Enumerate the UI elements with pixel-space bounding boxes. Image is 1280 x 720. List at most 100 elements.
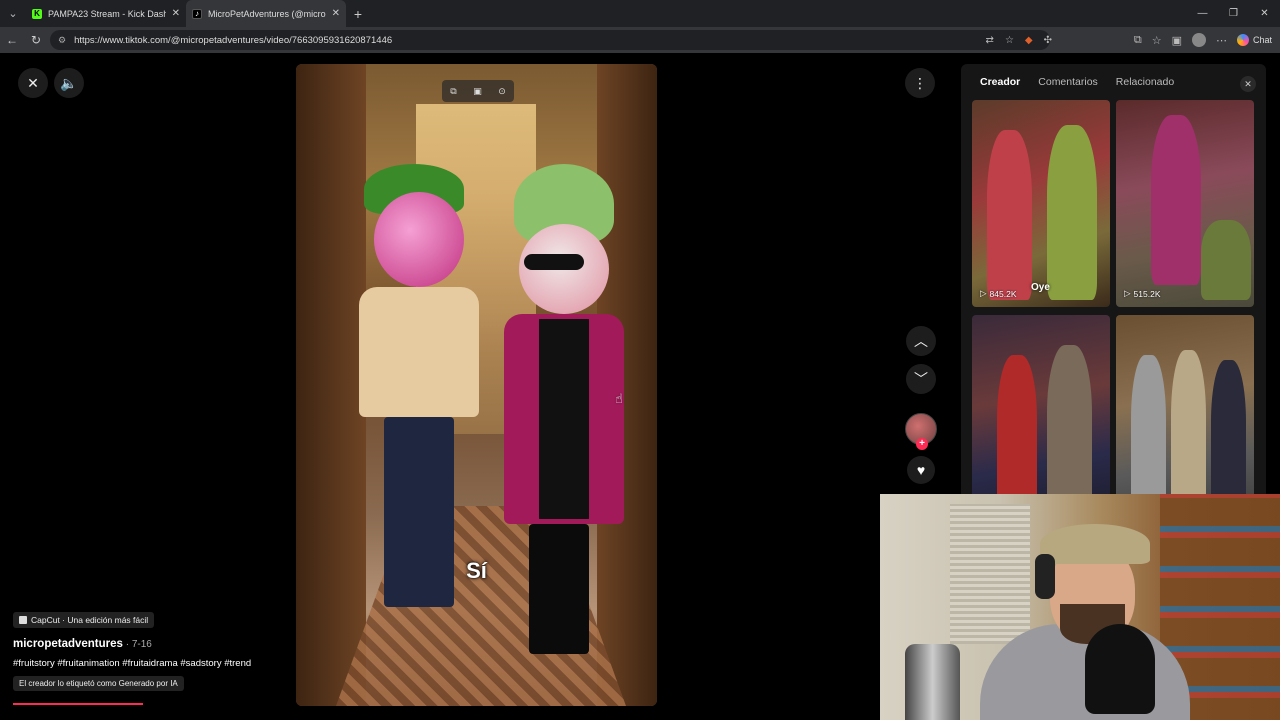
- collections-icon[interactable]: ▣: [1172, 34, 1182, 47]
- speaker-icon: 🔈: [60, 74, 78, 91]
- capcut-icon: [19, 616, 27, 624]
- new-tab-button[interactable]: +: [346, 6, 370, 22]
- post-date: · 7-16: [122, 639, 152, 650]
- view-count-text: 515.2K: [1133, 288, 1161, 299]
- bookmark-star-icon[interactable]: ☆: [1005, 35, 1014, 46]
- video-overlay-controls: ⧉ ▣ ⊙: [442, 80, 514, 102]
- follow-plus-icon[interactable]: +: [916, 438, 928, 450]
- tab-relacionado[interactable]: Relacionado: [1116, 76, 1174, 88]
- ai-generated-label: El creador lo etiquetó como Generado por…: [13, 676, 184, 691]
- sunglasses: [524, 254, 584, 270]
- back-icon[interactable]: ←: [0, 27, 24, 53]
- tab-title: PAMPA23 Stream - Kick Dashboard: [48, 8, 166, 19]
- capcut-badge[interactable]: CapCut · Una edición más fácil: [13, 612, 155, 628]
- tab-close-icon[interactable]: ✕: [332, 8, 340, 19]
- tab-title: MicroPetAdventures (@micropetadventures): [208, 8, 326, 19]
- tab-kick-dashboard[interactable]: K PAMPA23 Stream - Kick Dashboard ✕: [26, 0, 186, 27]
- streamer-cap: [1040, 524, 1150, 564]
- url-action-icons: ⇄ ☆ ◆ ✣: [986, 30, 1052, 50]
- dress: [539, 319, 589, 519]
- webcam-shutter: [950, 504, 1030, 644]
- translate-icon[interactable]: ⇄: [986, 35, 994, 46]
- copilot-icon: [1236, 34, 1249, 46]
- more-menu-icon[interactable]: ⋯: [1216, 34, 1227, 47]
- reload-icon[interactable]: ↻: [24, 27, 48, 53]
- restore-icon[interactable]: ❐: [1218, 0, 1249, 27]
- puzzle-icon[interactable]: ✣: [1044, 35, 1052, 46]
- heart-icon: ♥: [916, 462, 926, 478]
- url-text: https://www.tiktok.com/@micropetadventur…: [74, 34, 393, 46]
- chevron-down-icon: ﹀: [914, 371, 928, 387]
- play-icon: ▷: [980, 288, 987, 298]
- fullscreen-icon[interactable]: ▣: [473, 86, 482, 97]
- browser-tab-bar: ⌄ K PAMPA23 Stream - Kick Dashboard ✕ ♪ …: [0, 0, 1280, 27]
- capcut-label: CapCut · Una edición más fácil: [31, 615, 149, 625]
- downloads-icon[interactable]: ⧉: [1134, 34, 1142, 47]
- video-progress-bar[interactable]: [13, 703, 143, 705]
- extension-icon[interactable]: ◆: [1025, 35, 1033, 46]
- thumbnail-figure: [987, 130, 1032, 300]
- thumbnail-caption: Oye: [1031, 282, 1050, 293]
- video-thumbnail[interactable]: [1116, 315, 1254, 504]
- address-toolbar: ← ↻ ⚙ https://www.tiktok.com/@micropetad…: [0, 27, 1280, 53]
- tab-close-icon[interactable]: ✕: [172, 8, 180, 19]
- boots: [529, 524, 589, 654]
- video-player[interactable]: ⧉ ▣ ⊙ Sí: [296, 64, 657, 706]
- video-thumbnail[interactable]: ▷ 845.2K Oye: [972, 100, 1110, 307]
- hand-cursor-icon: ☝: [615, 391, 623, 406]
- tab-creador[interactable]: Creador: [980, 76, 1020, 88]
- minimize-icon[interactable]: —: [1187, 0, 1218, 27]
- author-name[interactable]: micropetadventures: [13, 638, 123, 650]
- author-line: micropetadventures · 7-16: [13, 638, 293, 650]
- tab-comentarios[interactable]: Comentarios: [1038, 76, 1098, 88]
- chevron-up-icon: ︿: [914, 333, 928, 349]
- previous-video-button[interactable]: ︿: [906, 326, 936, 356]
- like-button[interactable]: ♥: [907, 456, 935, 484]
- toolbar-right: ⧉ ☆ ▣ ⋯ Chat: [1134, 30, 1272, 50]
- close-icon: ✕: [27, 74, 39, 91]
- creator-video-grid: ▷ 845.2K Oye ▷ 515.2K: [972, 100, 1256, 504]
- panel-tabs: Creador Comentarios Relacionado: [961, 64, 1266, 88]
- thumbnail-figure: [1047, 345, 1092, 504]
- body: [359, 287, 479, 417]
- view-count: ▷ 515.2K: [1124, 288, 1161, 299]
- creator-avatar[interactable]: +: [905, 413, 937, 450]
- thumbnail-figure: [1201, 220, 1251, 300]
- kick-favicon-icon: K: [32, 8, 42, 19]
- tab-tiktok[interactable]: ♪ MicroPetAdventures (@micropetadventure…: [186, 0, 346, 27]
- play-icon: ▷: [1124, 288, 1131, 298]
- close-video-button[interactable]: ✕: [18, 68, 48, 98]
- close-panel-button[interactable]: ✕: [1240, 76, 1256, 92]
- copilot-chat-button[interactable]: Chat: [1236, 34, 1272, 46]
- streamer-webcam-overlay: [880, 494, 1280, 720]
- video-thumbnail[interactable]: ▷ 515.2K: [1116, 100, 1254, 307]
- tab-search-icon[interactable]: ⌄: [0, 0, 26, 27]
- view-count: ▷ 845.2K: [980, 288, 1017, 299]
- profile-avatar[interactable]: [1191, 33, 1206, 47]
- thumbnail-figure: [997, 355, 1037, 504]
- site-info-icon[interactable]: ⚙: [58, 35, 66, 46]
- thumbnail-figure: [1047, 125, 1097, 300]
- thumbnail-figure: [1171, 350, 1206, 504]
- captions-icon[interactable]: ⊙: [498, 86, 506, 97]
- thumbnail-figure: [1131, 355, 1166, 504]
- close-icon: ✕: [1244, 78, 1252, 89]
- tiktok-favicon-icon: ♪: [192, 8, 202, 19]
- thumbnail-figure: [1211, 360, 1246, 504]
- pip-icon[interactable]: ⧉: [450, 86, 456, 97]
- webcam-thermos: [905, 644, 960, 720]
- head: [374, 192, 464, 287]
- hashtags[interactable]: #fruitstory #fruitanimation #fruitaidram…: [13, 658, 293, 669]
- close-window-icon[interactable]: ✕: [1249, 0, 1280, 27]
- favorites-icon[interactable]: ☆: [1152, 34, 1162, 47]
- volume-button[interactable]: 🔈: [54, 68, 84, 98]
- url-bar[interactable]: ⚙ https://www.tiktok.com/@micropetadvent…: [50, 30, 1050, 50]
- more-options-button[interactable]: ⋮: [905, 68, 935, 98]
- view-count-text: 845.2K: [989, 288, 1017, 299]
- next-video-button[interactable]: ﹀: [906, 364, 936, 394]
- side-panel: Creador Comentarios Relacionado ✕ ▷ 845.2…: [961, 64, 1266, 504]
- video-subtitle: Sí: [466, 558, 487, 583]
- window-controls: — ❐ ✕: [1187, 0, 1280, 27]
- video-thumbnail[interactable]: [972, 315, 1110, 504]
- vertical-dots-icon: ⋮: [913, 74, 927, 91]
